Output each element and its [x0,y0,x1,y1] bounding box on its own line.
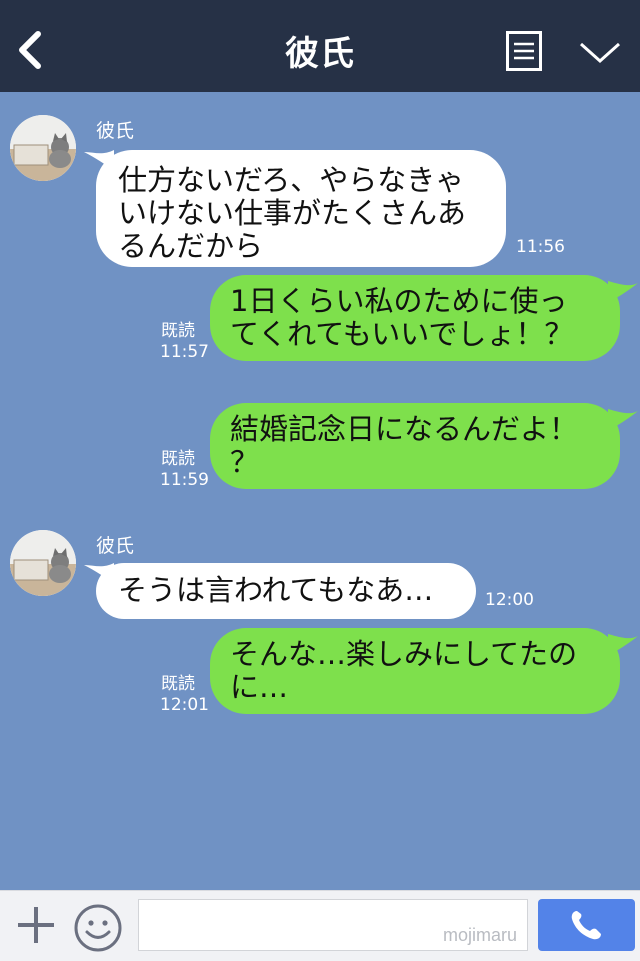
message-bubble-outgoing[interactable]: そんな…楽しみにしてたの に… [210,628,620,714]
phone-icon [571,911,601,940]
message-input[interactable]: mojimaru [138,899,528,951]
avatar[interactable] [10,530,76,596]
chat-title: 彼氏 [285,34,355,74]
message-line: 仕方ないだろ、やらなきゃ [118,163,465,197]
watermark: mojimaru [442,925,517,945]
message-line: るんだから [118,229,264,263]
read-receipt: 既読 [161,449,195,469]
smile-icon[interactable] [73,903,123,953]
cat-photo-icon [10,115,76,181]
message-line: そんな…楽しみにしてたの [230,637,578,671]
call-button[interactable] [538,899,635,951]
message-time: 12:01 [160,695,209,715]
read-receipt: 既読 [161,674,195,694]
cat-photo-icon [10,530,76,596]
chevron-down-icon[interactable] [578,38,622,66]
chat-header: 彼氏 [0,0,640,92]
message-bubble-outgoing[interactable]: 結婚記念日になるんだよ！ ？ [210,403,620,489]
message-time: 11:56 [516,237,565,257]
sender-name: 彼氏 [96,535,135,557]
bubble-tail [608,281,638,303]
message-line: そうは言われてもなあ… [118,573,434,607]
message-line: いけない仕事がたくさんあ [118,196,467,230]
avatar[interactable] [10,115,76,181]
sender-name: 彼氏 [96,120,135,142]
menu-icon[interactable] [506,31,542,71]
message-bubble-outgoing[interactable]: 1日くらい私のために使っ てくれてもいいでしょ！？ [210,275,620,361]
bubble-tail [608,409,638,431]
plus-icon[interactable] [16,905,56,945]
message-line: 結婚記念日になるんだよ！ [230,412,579,446]
message-line: ？ [230,445,260,479]
message-bubble-incoming[interactable]: 仕方ないだろ、やらなきゃ いけない仕事がたくさんあ るんだから [96,150,506,267]
message-time: 12:00 [485,590,534,610]
read-receipt: 既読 [161,321,195,341]
bubble-tail [608,634,638,656]
message-line: 1日くらい私のために使っ [230,284,568,318]
message-bubble-incoming[interactable]: そうは言われてもなあ… [96,563,476,619]
message-time: 11:59 [160,470,209,490]
input-bar: mojimaru [0,890,640,961]
message-line: てくれてもいいでしょ！？ [230,317,574,351]
message-time: 11:57 [160,342,209,362]
message-line: に… [230,670,289,704]
